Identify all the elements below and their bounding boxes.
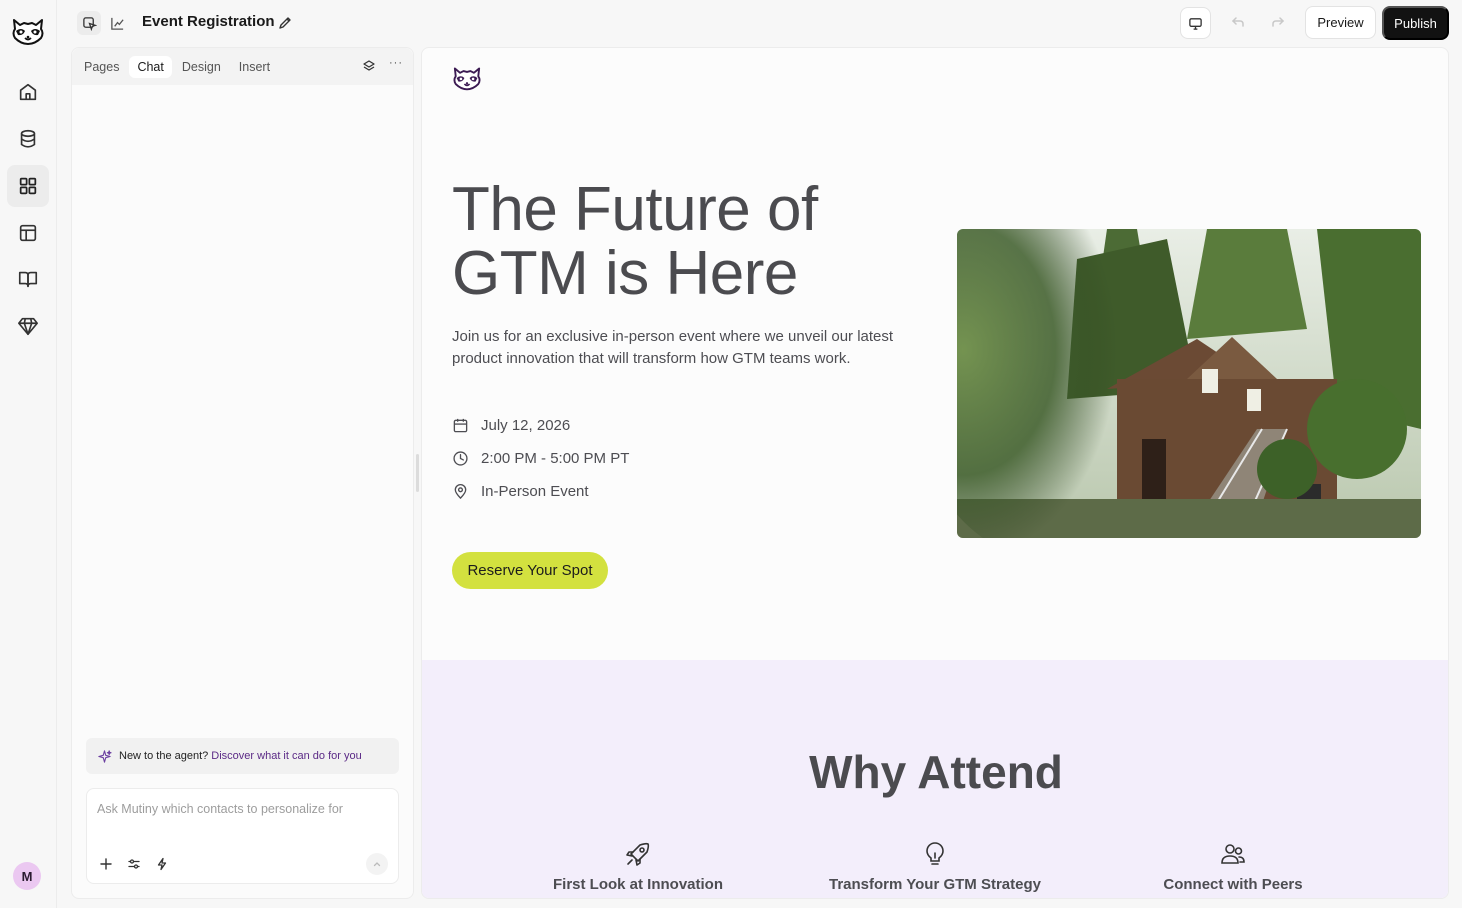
forest-lodge-photo: [957, 229, 1421, 538]
feature-gtm-strategy[interactable]: Transform Your GTM Strategy: [815, 840, 1055, 893]
settings-button[interactable]: [123, 853, 145, 875]
top-bar: Event Registration Preview Publish: [57, 0, 1462, 46]
tab-chat[interactable]: Chat: [129, 55, 172, 78]
event-date-text: July 12, 2026: [481, 416, 571, 434]
clock-icon: [453, 450, 468, 466]
feature-first-look-label: First Look at Innovation: [552, 876, 723, 893]
event-location[interactable]: In-Person Event: [452, 481, 589, 501]
rail-home[interactable]: [7, 71, 49, 113]
analytics-button[interactable]: [105, 11, 129, 35]
feature-gtm-strategy-label: Transform Your GTM Strategy: [829, 876, 1041, 893]
book-icon: [18, 271, 38, 288]
raccoon-site-logo-icon[interactable]: [452, 65, 482, 91]
why-attend-title[interactable]: Why Attend: [422, 745, 1448, 799]
redo-icon[interactable]: [1269, 13, 1287, 31]
calendar-icon: [453, 418, 468, 432]
select-tool-button[interactable]: [77, 11, 101, 35]
left-rail: M: [0, 0, 57, 908]
preview-button[interactable]: Preview: [1305, 6, 1376, 39]
device-toggle-button[interactable]: [1180, 7, 1211, 39]
hero-image[interactable]: [957, 229, 1421, 538]
page-title: Event Registration: [142, 13, 275, 30]
undo-icon[interactable]: [1229, 13, 1247, 31]
event-date[interactable]: July 12, 2026: [452, 415, 570, 435]
tab-pages[interactable]: Pages: [76, 56, 127, 78]
hint-link[interactable]: Discover what it can do for you: [211, 750, 361, 762]
send-button[interactable]: [366, 853, 388, 875]
chat-composer: [86, 788, 399, 884]
event-location-text: In-Person Event: [481, 482, 589, 500]
tab-insert[interactable]: Insert: [231, 56, 278, 78]
sparkle-icon: [98, 749, 112, 763]
layout-icon: [19, 224, 37, 242]
hint-text: New to the agent?: [119, 750, 209, 762]
chat-input[interactable]: [97, 802, 387, 816]
rail-grid[interactable]: [7, 165, 49, 207]
rocket-icon: [626, 842, 650, 866]
feature-connect-peers-label: Connect with Peers: [1163, 876, 1303, 893]
chevron-up-icon: [373, 862, 381, 867]
panel-resize-handle[interactable]: [416, 454, 419, 492]
rail-plans[interactable]: [7, 305, 49, 347]
why-attend-section: Why Attend First Look at Innovation Tran…: [422, 660, 1448, 898]
hero-title[interactable]: The Future of GTM is Here: [452, 178, 912, 306]
diamond-icon: [18, 317, 38, 336]
monitor-icon: [1189, 17, 1202, 30]
feature-first-look[interactable]: First Look at Innovation: [518, 840, 758, 893]
chart-icon: [110, 17, 124, 30]
actions-button[interactable]: [151, 853, 173, 875]
sliders-icon: [128, 859, 140, 869]
database-icon: [20, 129, 36, 148]
rail-data[interactable]: [7, 118, 49, 160]
feature-connect-peers[interactable]: Connect with Peers: [1113, 840, 1353, 893]
lightbulb-icon: [926, 842, 944, 865]
cursor-select-icon: [82, 16, 97, 31]
map-pin-icon: [454, 483, 467, 499]
rail-docs[interactable]: [7, 258, 49, 300]
more-options-icon[interactable]: ···: [389, 57, 403, 71]
hero-subtitle[interactable]: Join us for an exclusive in-person event…: [452, 326, 922, 370]
publish-button[interactable]: Publish: [1382, 6, 1449, 40]
attach-button[interactable]: [95, 853, 117, 875]
page-canvas: The Future of GTM is Here Join us for an…: [421, 47, 1449, 899]
grid-icon: [19, 177, 37, 195]
agent-hint: New to the agent? Discover what it can d…: [86, 738, 399, 774]
lightning-icon: [157, 857, 167, 871]
users-icon: [1221, 844, 1245, 864]
pencil-icon[interactable]: [277, 15, 293, 31]
plus-icon: [100, 858, 112, 870]
home-icon: [19, 83, 37, 101]
side-panel: Pages Chat Design Insert ··· New to the …: [71, 47, 414, 899]
raccoon-logo-icon[interactable]: [11, 16, 45, 46]
event-time[interactable]: 2:00 PM - 5:00 PM PT: [452, 448, 629, 468]
tab-design[interactable]: Design: [174, 56, 229, 78]
rail-layout[interactable]: [7, 212, 49, 254]
event-time-text: 2:00 PM - 5:00 PM PT: [481, 449, 630, 467]
layers-icon[interactable]: [362, 59, 376, 73]
reserve-spot-button[interactable]: Reserve Your Spot: [452, 552, 608, 589]
user-avatar[interactable]: M: [13, 862, 41, 890]
